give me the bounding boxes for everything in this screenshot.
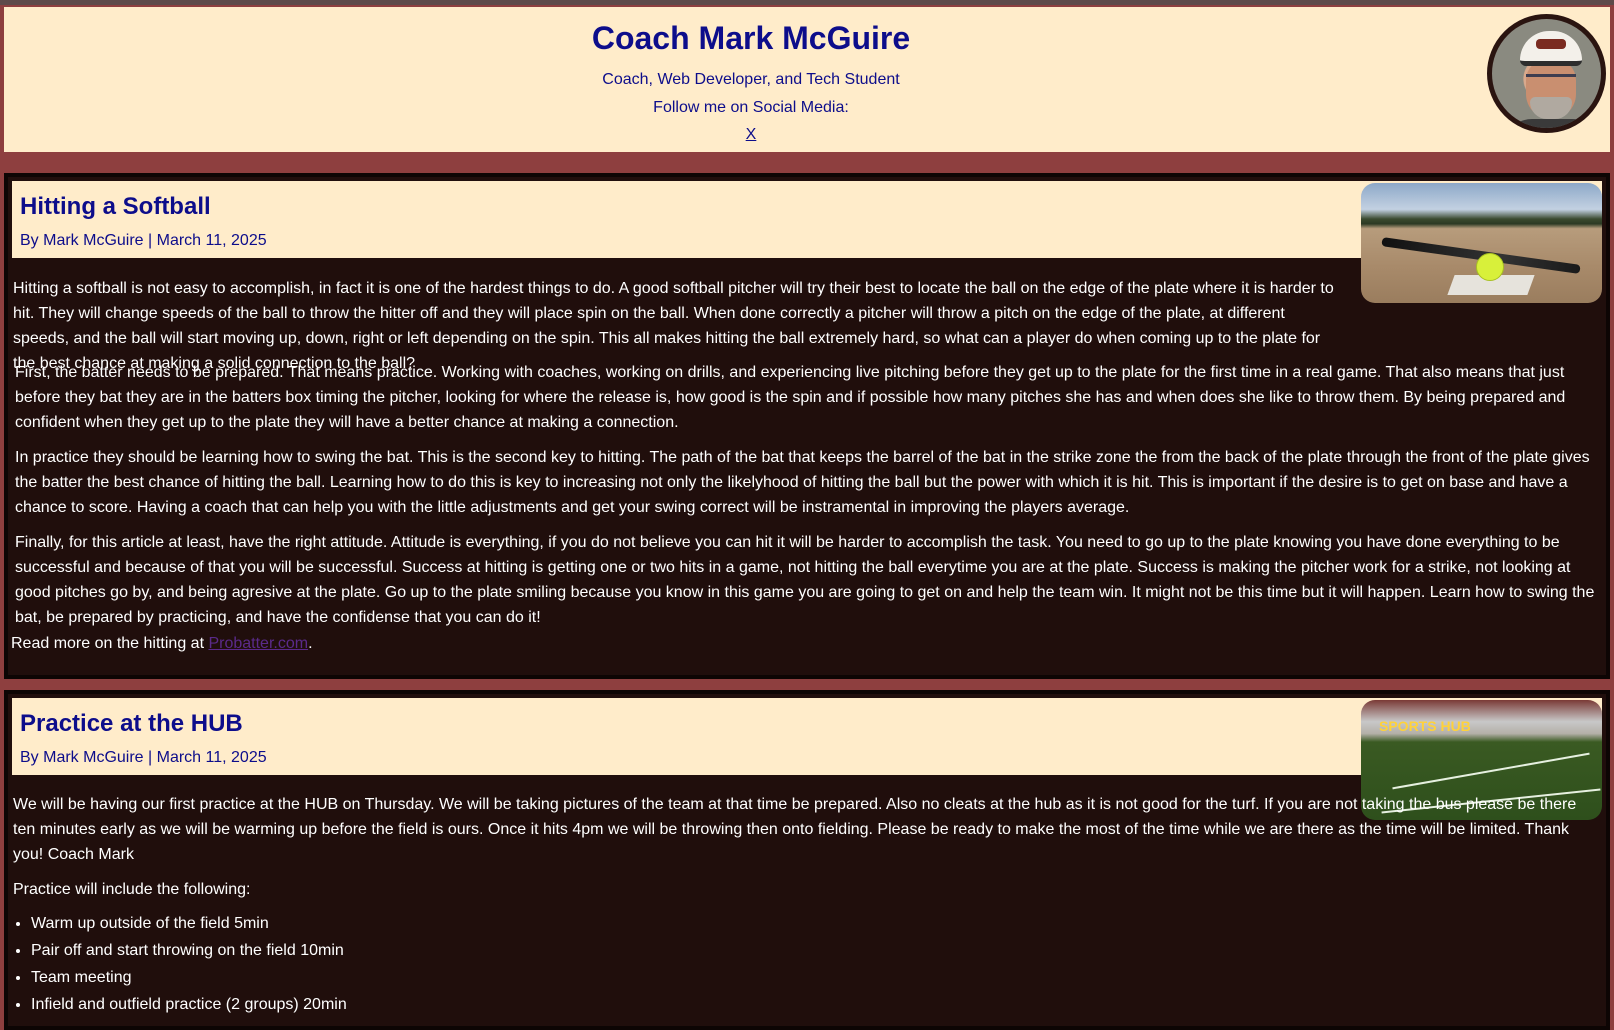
article-paragraph: In practice they should be learning how …	[15, 449, 1590, 516]
top-bar	[0, 0, 1614, 5]
probatter-link[interactable]: Probatter.com	[208, 635, 308, 652]
article-paragraph: First, the batter needs to be prepared. …	[15, 364, 1566, 431]
social-links: X	[4, 126, 1498, 144]
article-body: We will be having our first practice at …	[13, 792, 1600, 1018]
site-subtitle: Coach, Web Developer, and Tech Student	[602, 71, 900, 88]
follow-text: Follow me on Social Media:	[653, 99, 849, 116]
site-title: Coach Mark McGuire	[591, 20, 911, 56]
article-body-continued: First, the batter needs to be prepared. …	[13, 360, 1600, 640]
practice-intro: Practice will include the following:	[13, 881, 251, 898]
article-hitting-softball: Hitting a Softball By Mark McGuire | Mar…	[4, 173, 1610, 679]
read-more: Read more on the hitting at Probatter.co…	[11, 635, 313, 652]
practice-list: Warm up outside of the field 5min Pair o…	[13, 910, 1600, 1018]
article-meta: By Mark McGuire | March 11, 2025	[20, 232, 267, 249]
article-practice-hub: Practice at the HUB By Mark McGuire | Ma…	[4, 690, 1610, 1030]
list-item: Team meeting	[31, 964, 1600, 991]
article-meta: By Mark McGuire | March 11, 2025	[20, 749, 267, 766]
list-item: Warm up outside of the field 5min	[31, 910, 1600, 937]
list-item: Pair off and start throwing on the field…	[31, 937, 1600, 964]
article-title: Practice at the HUB	[20, 710, 243, 737]
article-paragraph: We will be having our first practice at …	[13, 796, 1577, 863]
list-item: Infield and outfield practice (2 groups)…	[31, 991, 1600, 1018]
site-header: Coach Mark McGuire Coach, Web Developer,…	[4, 7, 1610, 152]
social-link-x[interactable]: X	[746, 126, 757, 143]
sports-hub-sign: SPORTS HUB	[1379, 718, 1471, 734]
article-paragraph: Finally, for this article at least, have…	[15, 534, 1595, 626]
article-title: Hitting a Softball	[20, 193, 211, 220]
avatar	[1487, 14, 1606, 133]
